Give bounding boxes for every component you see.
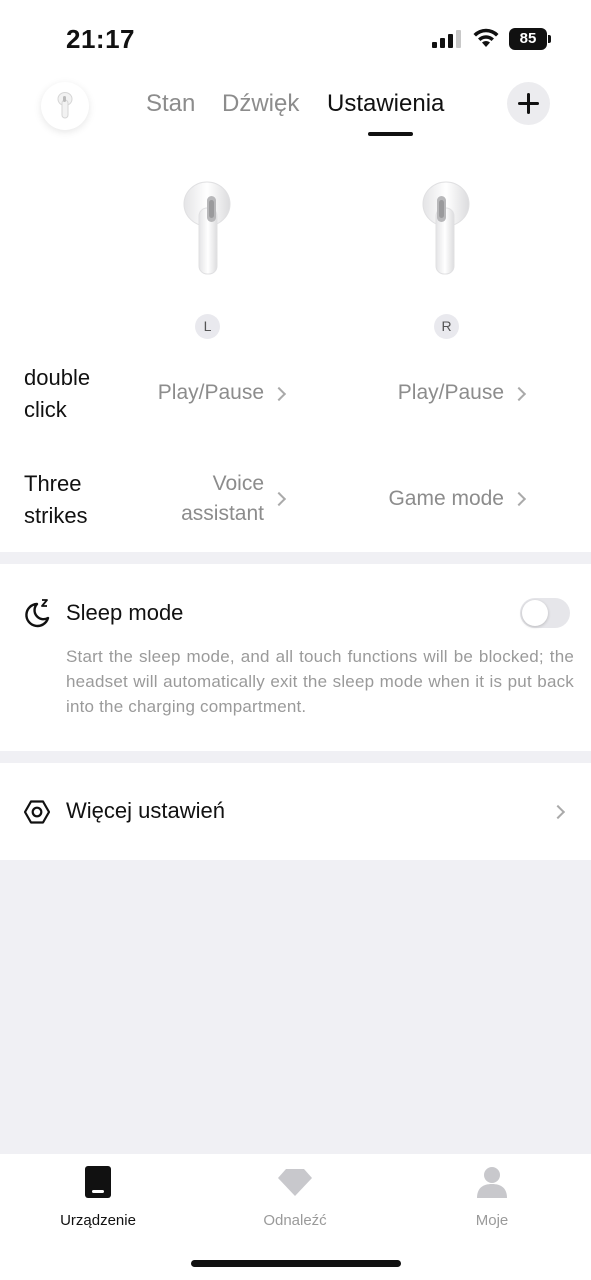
tab-stan[interactable]: Stan	[146, 90, 195, 118]
section-divider	[0, 552, 591, 564]
right-action-value[interactable]: Game mode	[360, 484, 504, 514]
left-earbud-image	[183, 181, 231, 275]
top-nav: Stan Dźwięk Ustawienia	[0, 78, 591, 148]
left-side-badge: L	[195, 314, 220, 339]
cellular-signal-icon	[432, 30, 461, 48]
wifi-icon	[473, 28, 499, 47]
battery-icon: 85	[509, 28, 551, 50]
tab-bar-item-moje[interactable]: Moje	[432, 1164, 552, 1229]
home-indicator[interactable]	[191, 1260, 401, 1267]
tab-dzwiek[interactable]: Dźwięk	[222, 90, 299, 118]
empty-area	[0, 860, 591, 1154]
chevron-right-icon	[271, 386, 287, 402]
sleep-mode-description: Start the sleep mode, and all touch func…	[66, 647, 574, 716]
chevron-right-icon	[271, 491, 287, 507]
left-action-value[interactable]: Voice assistant	[160, 469, 264, 529]
status-time: 21:17	[66, 24, 135, 54]
tab-bar-label: Urządzenie	[60, 1212, 136, 1229]
more-settings-row[interactable]: Więcej ustawień	[0, 764, 591, 860]
right-earbud-image	[422, 181, 470, 275]
sleep-mode-toggle[interactable]	[520, 598, 570, 628]
diamond-icon	[278, 1169, 312, 1196]
tab-bar-label: Odnaleźć	[263, 1212, 327, 1229]
gesture-row-double-click: double click Play/Pause Play/Pause	[0, 360, 591, 426]
battery-level: 85	[509, 28, 547, 50]
tab-bar-item-urzadzenie[interactable]: Urządzenie	[38, 1164, 158, 1229]
right-side-badge: R	[434, 314, 459, 339]
tab-bar-item-odnalezc[interactable]: Odnaleźć	[235, 1164, 355, 1229]
gesture-label: double click	[24, 365, 91, 422]
status-bar: 21:17 85	[0, 0, 591, 78]
gesture-row-three-strikes: Three strikes Voice assistant Game mode	[0, 466, 591, 532]
active-tab-indicator	[368, 132, 413, 136]
sleep-mode-title: Sleep mode	[66, 600, 184, 625]
earbud-thumbnail-icon	[57, 92, 73, 119]
right-action-value[interactable]: Play/Pause	[360, 378, 504, 408]
person-icon	[477, 1167, 507, 1198]
more-settings-label: Więcej ustawień	[66, 798, 225, 823]
gesture-label: Three strikes	[24, 471, 88, 528]
add-device-button[interactable]	[507, 82, 550, 125]
tab-bar-label: Moje	[475, 1212, 509, 1229]
tab-ustawienia[interactable]: Ustawienia	[327, 90, 444, 118]
toggle-knob	[522, 600, 548, 626]
hexagon-settings-icon	[24, 800, 50, 824]
device-icon	[85, 1166, 111, 1198]
chevron-right-icon	[511, 386, 527, 402]
chevron-right-icon	[550, 804, 566, 820]
bottom-tab-bar: Urządzenie Odnaleźć Moje	[0, 1154, 591, 1280]
settings-screen: 21:17 85 Stan Dźwięk Ustawienia L R doub…	[0, 0, 591, 1280]
chevron-right-icon	[511, 491, 527, 507]
left-action-value[interactable]: Play/Pause	[120, 378, 264, 408]
device-thumbnail[interactable]	[41, 82, 89, 130]
moon-icon	[25, 599, 50, 628]
section-divider	[0, 751, 591, 763]
